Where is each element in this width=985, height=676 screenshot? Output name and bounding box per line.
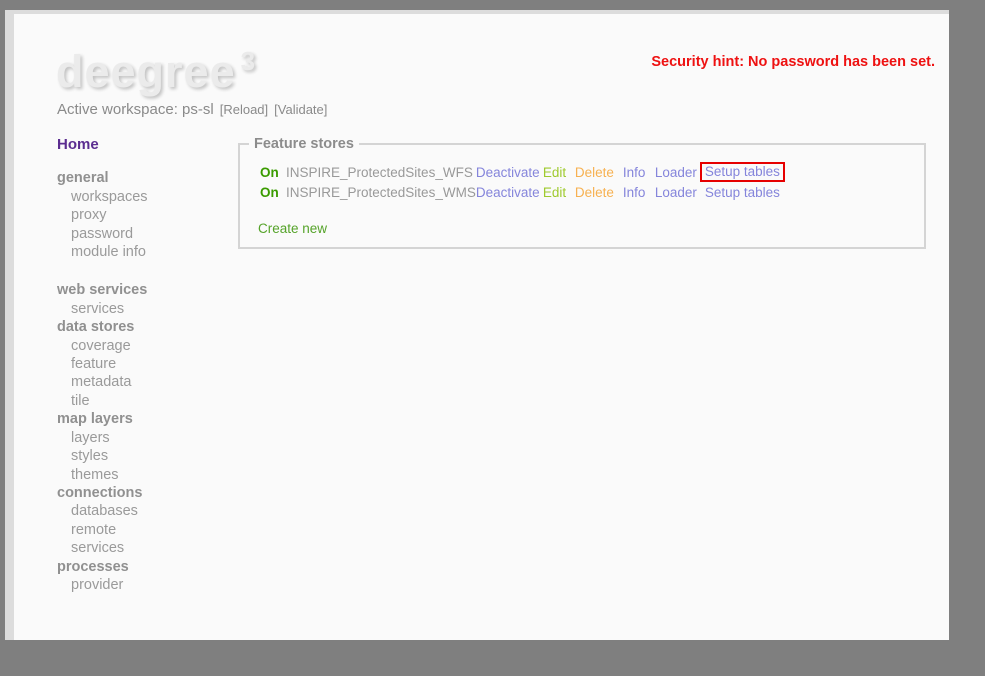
sidebar-item-coverage[interactable]: coverage (57, 337, 232, 355)
security-hint: Security hint: No password has been set. (651, 54, 935, 70)
sidebar-item-provider[interactable]: provider (57, 576, 232, 594)
info-link-wfs[interactable]: Info (623, 165, 646, 180)
sidebar-group-label-processes: processes (57, 558, 232, 576)
feature-store-name-wms: INSPIRE_ProtectedSites_WMS (286, 185, 476, 200)
create-new-link[interactable]: Create new (258, 221, 327, 236)
sidebar-nav: Home general workspaces proxy password m… (57, 136, 232, 594)
sidebar-item-services-connections[interactable]: services (57, 539, 232, 557)
logo-text: deegree (56, 46, 236, 97)
loader-link-wfs[interactable]: Loader (655, 165, 697, 180)
sidebar-group-general: general workspaces proxy password module… (57, 169, 232, 261)
sidebar-item-styles[interactable]: styles (57, 447, 232, 465)
deactivate-link-wms[interactable]: Deactivate (476, 185, 540, 200)
feature-stores-legend: Feature stores (249, 136, 359, 152)
delete-link-wfs[interactable]: Delete (575, 165, 614, 180)
sidebar-item-remote[interactable]: remote (57, 521, 232, 539)
highlight-box: Setup tables (700, 162, 785, 182)
sidebar-item-password[interactable]: password (57, 225, 232, 243)
sidebar-item-databases[interactable]: databases (57, 502, 232, 520)
sidebar-item-feature[interactable]: feature (57, 355, 232, 373)
active-workspace-label: Active workspace: ps-sl (57, 101, 214, 118)
status-badge-wfs: On (260, 165, 279, 180)
sidebar-item-metadata[interactable]: metadata (57, 373, 232, 391)
edit-link-wfs[interactable]: Edit (543, 165, 566, 180)
reload-link[interactable]: [Reload] (220, 102, 268, 117)
sidebar-group-connections: connections databases remote services (57, 484, 232, 558)
feature-store-row-wms: On INSPIRE_ProtectedSites_WMS Deactivate… (260, 182, 785, 202)
feature-store-row-wfs: On INSPIRE_ProtectedSites_WFS Deactivate… (260, 162, 785, 182)
loader-link-wms[interactable]: Loader (655, 185, 697, 200)
feature-stores-table: On INSPIRE_ProtectedSites_WFS Deactivate… (260, 162, 785, 202)
validate-link[interactable]: [Validate] (274, 102, 327, 117)
deactivate-link-wfs[interactable]: Deactivate (476, 165, 540, 180)
sidebar-group-processes: processes provider (57, 558, 232, 595)
sidebar-group-map-layers: map layers layers styles themes (57, 410, 232, 484)
sidebar-item-home[interactable]: Home (57, 136, 99, 154)
sidebar-group-web-services: web services services (57, 281, 232, 318)
sidebar-group-label-web-services: web services (57, 281, 232, 299)
sidebar-item-module-info[interactable]: module info (57, 243, 232, 261)
sidebar-group-label-general: general (57, 169, 232, 187)
console-page: deegree3 Security hint: No password has … (14, 14, 949, 640)
edit-link-wms[interactable]: Edit (543, 185, 566, 200)
sidebar-item-layers[interactable]: layers (57, 429, 232, 447)
feature-store-name-wfs: INSPIRE_ProtectedSites_WFS (286, 165, 473, 180)
sidebar-item-themes[interactable]: themes (57, 466, 232, 484)
info-link-wms[interactable]: Info (623, 185, 646, 200)
sidebar-group-data-stores: data stores coverage feature metadata ti… (57, 318, 232, 410)
setup-tables-link-wms[interactable]: Setup tables (705, 185, 780, 200)
sidebar-item-proxy[interactable]: proxy (57, 206, 232, 224)
setup-tables-link-wfs[interactable]: Setup tables (705, 164, 780, 179)
sidebar-group-label-map-layers: map layers (57, 410, 232, 428)
sidebar-group-label-connections: connections (57, 484, 232, 502)
desktop-background: deegree3 Security hint: No password has … (0, 0, 985, 676)
delete-link-wms[interactable]: Delete (575, 185, 614, 200)
sidebar-item-tile[interactable]: tile (57, 392, 232, 410)
status-badge-wms: On (260, 185, 279, 200)
sidebar-item-services-web[interactable]: services (57, 300, 232, 318)
feature-stores-fieldset: Feature stores On INSPIRE_ProtectedSites… (238, 136, 926, 249)
deegree-logo: deegree3 (56, 46, 256, 98)
sidebar-item-workspaces[interactable]: workspaces (57, 188, 232, 206)
workspace-line: Active workspace: ps-sl [Reload] [Validate… (57, 101, 327, 118)
sidebar-group-label-data-stores: data stores (57, 318, 232, 336)
logo-superscript: 3 (241, 46, 256, 76)
